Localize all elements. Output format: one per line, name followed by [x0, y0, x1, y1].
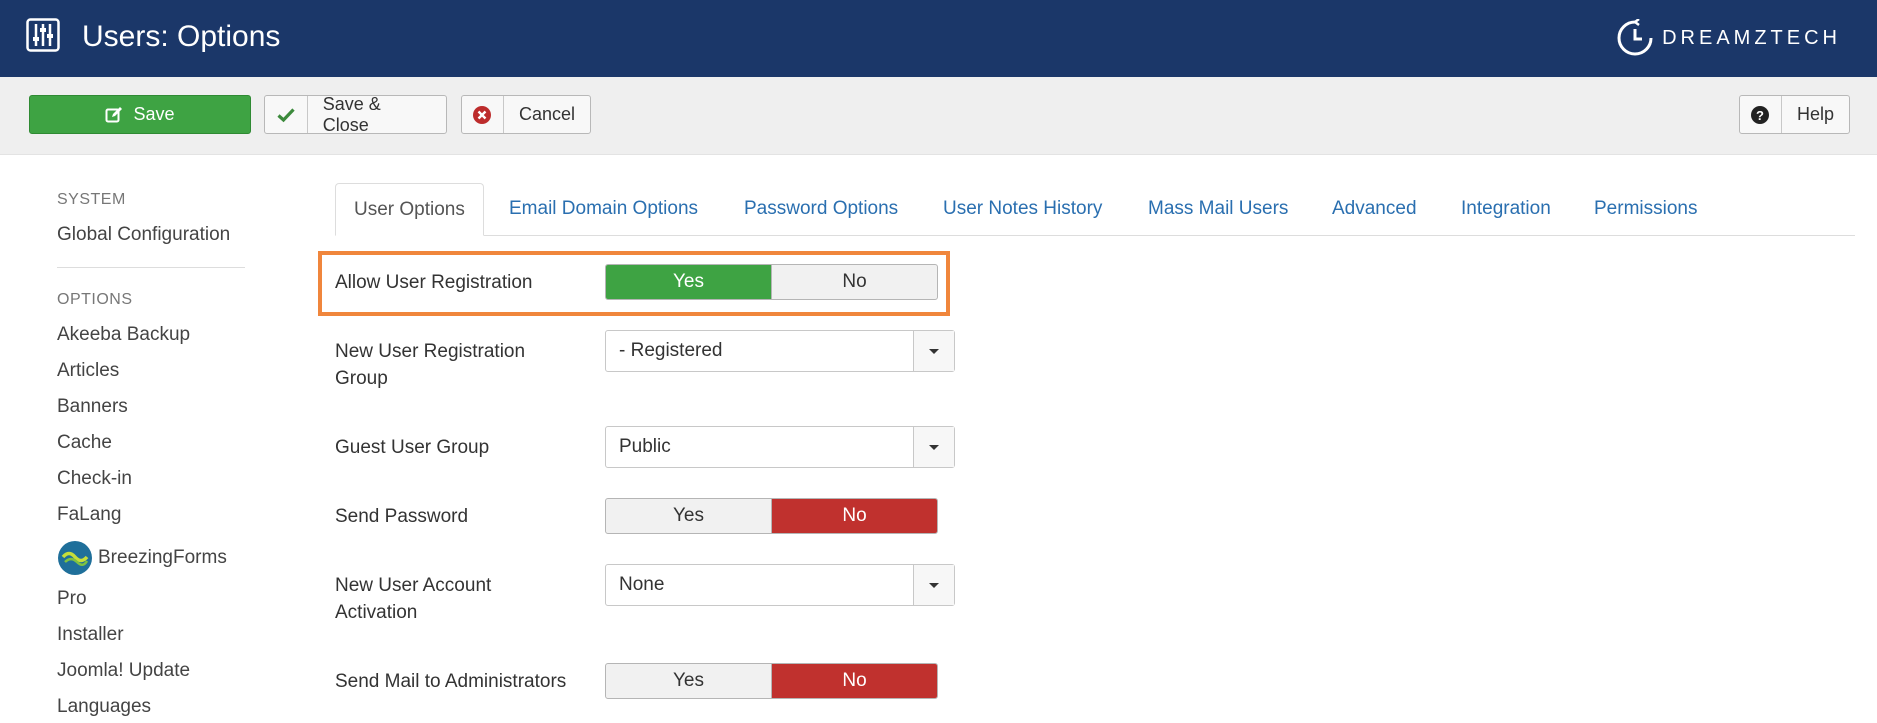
sidebar-item-check-in[interactable]: Check-in: [57, 467, 132, 491]
cancel-label: Cancel: [518, 104, 575, 124]
allow-registration-toggle[interactable]: Yes No: [605, 264, 938, 300]
tab-email-domain-options[interactable]: Email Domain Options: [509, 183, 698, 235]
chevron-down-icon[interactable]: [913, 427, 954, 467]
sliders-icon: [26, 18, 60, 52]
account-activation-value: None: [619, 574, 665, 595]
svg-text:?: ?: [1757, 108, 1765, 123]
tab-advanced[interactable]: Advanced: [1332, 183, 1417, 235]
mail-admins-no[interactable]: No: [771, 664, 937, 698]
tab-integration[interactable]: Integration: [1461, 183, 1551, 235]
allow-registration-label: Allow User Registration: [335, 272, 533, 293]
save-close-button[interactable]: Save & Close: [264, 93, 447, 135]
breezingforms-logo-icon: [58, 541, 92, 575]
cancel-button[interactable]: Cancel: [461, 95, 591, 134]
send-password-toggle[interactable]: Yes No: [605, 498, 938, 534]
guest-group-select[interactable]: Public: [605, 426, 955, 468]
edit-icon: [105, 106, 123, 122]
account-activation-select[interactable]: None: [605, 564, 955, 606]
sidebar-heading-system: SYSTEM: [57, 191, 126, 208]
times-circle-icon: [462, 96, 504, 133]
sidebar-item-label: BreezingForms: [98, 547, 227, 568]
check-icon: [265, 96, 308, 133]
page-title: Users: Options: [82, 20, 281, 53]
sidebar-item-installer[interactable]: Installer: [57, 623, 124, 647]
send-password-yes[interactable]: Yes: [606, 499, 771, 533]
sidebar-item-banners[interactable]: Banners: [57, 395, 128, 419]
sidebar-item-breezingforms[interactable]: BreezingForms: [57, 540, 227, 576]
sidebar-item-falang[interactable]: FaLang: [57, 503, 121, 527]
sidebar-item-cache[interactable]: Cache: [57, 431, 112, 455]
guest-group-label: Guest User Group: [335, 437, 490, 458]
sidebar-divider: [57, 267, 245, 268]
chevron-down-icon[interactable]: [913, 331, 954, 371]
chevron-down-icon[interactable]: [913, 565, 954, 605]
save-label: Save: [133, 104, 175, 124]
allow-registration-yes[interactable]: Yes: [606, 265, 771, 299]
tab-password-options[interactable]: Password Options: [744, 183, 898, 235]
app-header: Users: Options DREAMZTECH: [0, 0, 1877, 77]
allow-registration-no[interactable]: No: [771, 265, 937, 299]
save-button[interactable]: Save: [29, 95, 251, 134]
guest-group-value: Public: [619, 436, 671, 457]
help-button[interactable]: ? Help: [1739, 95, 1850, 134]
mail-admins-label: Send Mail to Administrators: [335, 671, 567, 692]
tab-user-notes-history[interactable]: User Notes History: [943, 183, 1102, 235]
question-circle-icon: ?: [1740, 96, 1782, 133]
registration-group-select[interactable]: - Registered: [605, 330, 955, 372]
tab-user-options[interactable]: User Options: [335, 183, 484, 236]
brand-name: DREAMZTECH: [1662, 26, 1841, 49]
options-tabs: User Options Email Domain Options Passwo…: [335, 183, 1855, 236]
sidebar-item-languages[interactable]: Languages: [57, 695, 151, 719]
sidebar-item-breezingforms-pro[interactable]: Pro: [57, 587, 87, 611]
tab-permissions[interactable]: Permissions: [1594, 183, 1697, 235]
send-password-no[interactable]: No: [771, 499, 937, 533]
sidebar-item-joomla-update[interactable]: Joomla! Update: [57, 659, 190, 683]
sidebar-item-articles[interactable]: Articles: [57, 359, 119, 383]
mail-admins-toggle[interactable]: Yes No: [605, 663, 938, 699]
send-password-label: Send Password: [335, 506, 469, 527]
help-label: Help: [1796, 104, 1834, 124]
save-close-label: Save & Close: [322, 93, 381, 135]
mail-admins-yes[interactable]: Yes: [606, 664, 771, 698]
brand-logo: DREAMZTECH: [1616, 18, 1841, 58]
tab-mass-mail-users[interactable]: Mass Mail Users: [1148, 183, 1288, 235]
sidebar-item-akeeba-backup[interactable]: Akeeba Backup: [57, 323, 190, 347]
clock-logo-icon: [1617, 19, 1653, 56]
sidebar-item-global-configuration[interactable]: Global Configuration: [57, 223, 230, 247]
sidebar-heading-options: OPTIONS: [57, 291, 133, 308]
registration-group-label: New User Registration Group: [335, 341, 526, 389]
registration-group-value: - Registered: [619, 340, 723, 361]
account-activation-label: New User Account Activation: [335, 575, 492, 623]
